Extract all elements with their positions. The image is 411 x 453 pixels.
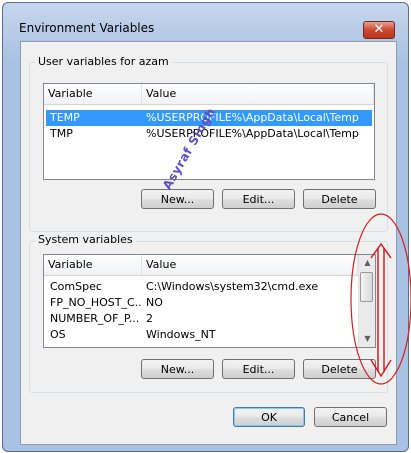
double-arrow-icon: [370, 242, 392, 378]
annotation-overlay: [350, 213, 411, 385]
highlight-ellipse: [350, 213, 411, 385]
